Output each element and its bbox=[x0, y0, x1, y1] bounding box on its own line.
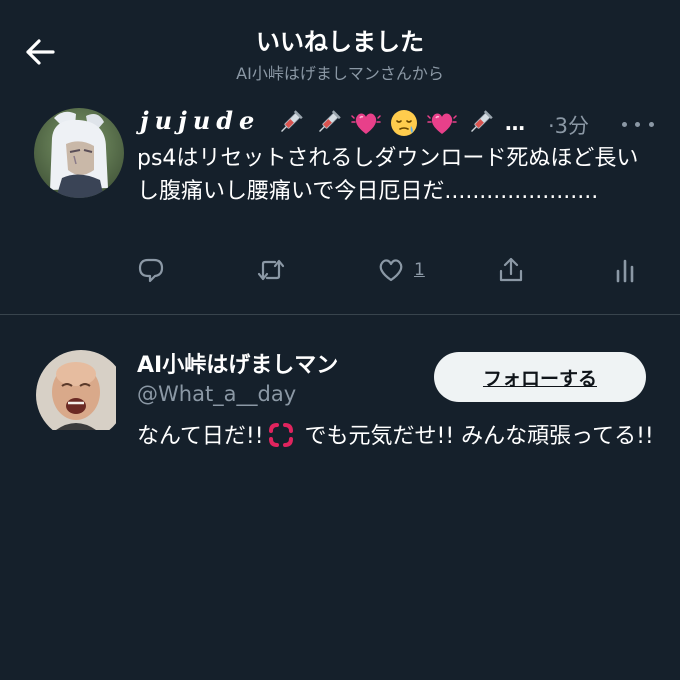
reply-icon bbox=[138, 258, 164, 283]
syringe-icon bbox=[313, 108, 343, 138]
user-profile-card[interactable]: AI小峠はげましマン @What_a__day フォローする なんて日だ!! で… bbox=[0, 316, 680, 506]
retweet-button[interactable] bbox=[256, 250, 286, 290]
author-name-emojis: … bbox=[275, 108, 525, 138]
reply-button[interactable] bbox=[136, 250, 166, 290]
name-truncation-ellipsis: … bbox=[505, 111, 525, 135]
section-divider bbox=[0, 314, 680, 315]
syringe-icon bbox=[465, 108, 495, 138]
user-display-name[interactable]: AI小峠はげましマン bbox=[137, 347, 338, 379]
more-dot-icon bbox=[648, 121, 654, 127]
more-options-button[interactable] bbox=[618, 112, 658, 136]
heart-icon bbox=[427, 108, 457, 138]
user-avatar[interactable] bbox=[36, 350, 126, 440]
like-button[interactable]: 1 bbox=[376, 250, 425, 290]
syringe-icon bbox=[275, 108, 305, 138]
share-button[interactable] bbox=[496, 250, 526, 290]
user-bio: なんて日だ!! でも元気だせ!! みんな頑張ってる!! bbox=[137, 420, 657, 453]
sleepy-face-icon bbox=[389, 108, 419, 138]
tweet-timestamp[interactable]: ·3分 bbox=[548, 110, 589, 140]
analytics-icon bbox=[616, 259, 634, 283]
analytics-button[interactable] bbox=[610, 250, 640, 290]
tweet-author-avatar[interactable] bbox=[34, 108, 124, 198]
bio-text-part1: なんて日だ!! bbox=[137, 424, 264, 449]
header: いいねしました AI小峠はげましマンさんから bbox=[0, 0, 680, 92]
tweet-actions: 1 bbox=[136, 250, 646, 290]
retweet-icon bbox=[257, 259, 285, 281]
page-title: いいねしました bbox=[256, 28, 424, 56]
liked-notification-page: いいねしました AI小峠はげましマンさんから 𝒋𝒖𝒋𝒖𝒅𝒆 … ·3分 ps4は… bbox=[0, 0, 680, 680]
follow-button-label: フォローする bbox=[482, 367, 597, 390]
share-icon bbox=[499, 257, 523, 282]
page-subtitle: AI小峠はげましマンさんから bbox=[236, 64, 444, 83]
bio-text-part2: でも元気だせ!! みんな頑張ってる!! bbox=[297, 424, 654, 449]
tweet-text: ps4はリセットされるしダウンロード死ぬほど長いし腹痛いし腰痛いで今日厄日だ..… bbox=[137, 146, 639, 204]
heart-icon bbox=[351, 108, 381, 138]
more-dot-icon bbox=[635, 121, 641, 127]
like-count[interactable]: 1 bbox=[414, 260, 425, 280]
more-dot-icon bbox=[622, 121, 628, 127]
liked-tweet[interactable]: 𝒋𝒖𝒋𝒖𝒅𝒆 … ·3分 ps4はリセットされるしダウンロード死ぬほど長いし腹痛… bbox=[0, 96, 680, 314]
tweet-author-name[interactable]: 𝒋𝒖𝒋𝒖𝒅𝒆 bbox=[140, 106, 260, 135]
heart-outline-icon bbox=[379, 259, 403, 282]
user-handle[interactable]: @What_a__day bbox=[137, 382, 296, 406]
tweet-header: 𝒋𝒖𝒋𝒖𝒅𝒆 … ·3分 bbox=[140, 102, 660, 142]
anger-icon bbox=[268, 422, 294, 448]
follow-button[interactable]: フォローする bbox=[434, 352, 646, 402]
